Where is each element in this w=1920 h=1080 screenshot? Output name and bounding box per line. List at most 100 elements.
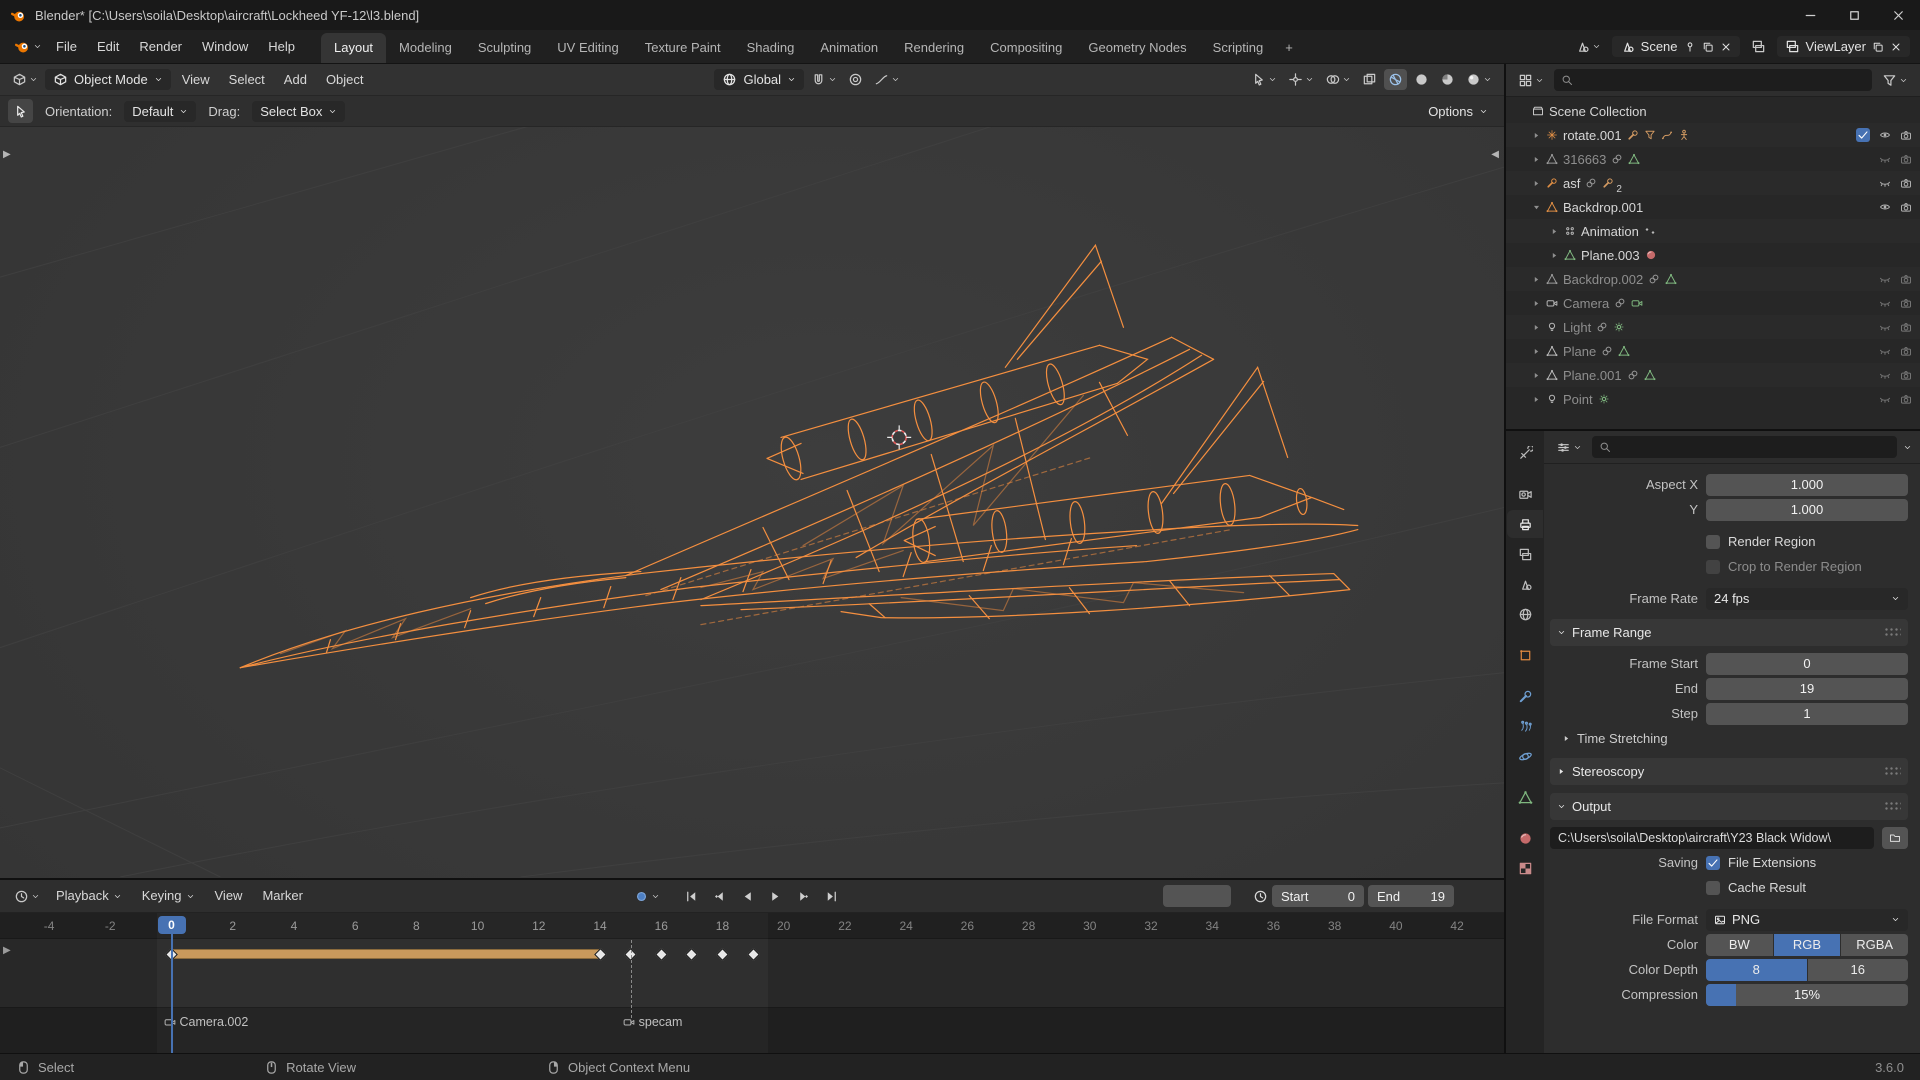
aspect-x-field[interactable]: 1.000 xyxy=(1706,473,1908,496)
frame-start-field[interactable]: 0 xyxy=(1706,652,1908,675)
timeline-editor-type-button[interactable] xyxy=(10,886,44,907)
outliner-item-316663[interactable]: 316663 xyxy=(1506,147,1920,171)
mode-dropdown[interactable]: Object Mode xyxy=(45,69,171,90)
timeline-menu-keying[interactable]: Keying xyxy=(134,881,203,911)
properties-tab-view-layer[interactable] xyxy=(1507,540,1543,568)
file-format-dropdown[interactable]: PNG xyxy=(1706,908,1908,931)
properties-tab-modifiers[interactable] xyxy=(1507,682,1543,710)
timeline-menu-view[interactable]: View xyxy=(207,881,251,911)
camera-restrict-icon[interactable] xyxy=(1900,345,1912,357)
playhead[interactable] xyxy=(170,934,173,1053)
workspace-tab-geometry-nodes[interactable]: Geometry Nodes xyxy=(1075,33,1199,63)
editor-type-button[interactable] xyxy=(8,69,42,90)
jump-to-start-button[interactable] xyxy=(680,884,704,908)
timeline-menu-marker[interactable]: Marker xyxy=(254,881,310,911)
menu-render[interactable]: Render xyxy=(129,31,192,63)
keyframe-range-bar[interactable] xyxy=(171,949,601,959)
playhead-frame-badge[interactable]: 0 xyxy=(157,916,186,934)
orientation-setting-dropdown[interactable]: Default xyxy=(124,100,197,122)
auto-keying-button[interactable] xyxy=(630,886,664,907)
keyframe-diamond[interactable] xyxy=(654,948,668,961)
workspace-tab-compositing[interactable]: Compositing xyxy=(977,33,1075,63)
scene-browse-button[interactable] xyxy=(1571,36,1605,57)
subpanel-header-time-stretching[interactable]: Time Stretching xyxy=(1562,726,1908,750)
outliner-item-plane-001[interactable]: Plane.001 xyxy=(1506,363,1920,387)
camera-restrict-icon[interactable] xyxy=(1900,153,1912,165)
crop-to-render-region-checkbox[interactable] xyxy=(1706,559,1720,574)
properties-editor-type-button[interactable] xyxy=(1552,437,1586,458)
object-type-visibility-button[interactable] xyxy=(1247,69,1281,90)
outliner-item-camera[interactable]: Camera xyxy=(1506,291,1920,315)
workspace-tab-modeling[interactable]: Modeling xyxy=(386,33,465,63)
eye-closed-icon[interactable] xyxy=(1879,321,1891,333)
panel-header-stereoscopy[interactable]: Stereoscopy xyxy=(1550,758,1908,785)
marker-specam[interactable]: specam xyxy=(623,1015,682,1029)
properties-search-input[interactable] xyxy=(1592,436,1897,458)
toolbar-expand-arrow[interactable]: ▶ xyxy=(3,149,11,160)
viewport-menu-select[interactable]: Select xyxy=(221,65,273,95)
workspace-tab-rendering[interactable]: Rendering xyxy=(891,33,977,63)
render-region-checkbox[interactable] xyxy=(1706,534,1720,549)
sidebar-expand-arrow[interactable]: ◀ xyxy=(1491,149,1499,160)
outliner-item-asf[interactable]: asf 2 xyxy=(1506,171,1920,195)
menu-help[interactable]: Help xyxy=(258,31,305,63)
camera-restrict-icon[interactable] xyxy=(1900,369,1912,381)
workspace-tab-sculpting[interactable]: Sculpting xyxy=(465,33,544,63)
active-tool-button[interactable] xyxy=(8,99,33,123)
properties-tab-object[interactable] xyxy=(1507,641,1543,669)
camera-restrict-icon[interactable] xyxy=(1900,177,1912,189)
menu-edit[interactable]: Edit xyxy=(87,31,129,63)
camera-restrict-icon[interactable] xyxy=(1900,273,1912,285)
eye-closed-icon[interactable] xyxy=(1879,345,1891,357)
snap-toggle-button[interactable] xyxy=(807,69,841,90)
camera-restrict-icon[interactable] xyxy=(1900,393,1912,405)
proportional-falloff-button[interactable] xyxy=(870,69,904,90)
viewport-menu-view[interactable]: View xyxy=(174,65,218,95)
viewport-canvas[interactable]: ▶ ◀ xyxy=(0,127,1504,878)
frame-rate-dropdown[interactable]: 24 fps xyxy=(1706,587,1908,610)
color-depth-option-16[interactable]: 16 xyxy=(1807,958,1908,981)
browse-folder-button[interactable] xyxy=(1882,826,1908,849)
outliner-item-rotate-001[interactable]: rotate.001 xyxy=(1506,123,1920,147)
transform-orientation-dropdown[interactable]: Global xyxy=(714,69,805,90)
view-layer-selector[interactable]: ViewLayer xyxy=(1776,36,1910,57)
outliner-item-animation[interactable]: Animation xyxy=(1506,219,1920,243)
viewport-menu-object[interactable]: Object xyxy=(318,65,372,95)
cache-result-checkbox[interactable] xyxy=(1706,880,1720,895)
timeline-menu-playback[interactable]: Playback xyxy=(48,881,130,911)
previous-keyframe-button[interactable] xyxy=(708,884,732,908)
next-keyframe-button[interactable] xyxy=(792,884,816,908)
keyframe-diamond[interactable] xyxy=(685,948,699,961)
color-option-rgb[interactable]: RGB xyxy=(1773,933,1841,956)
outliner-display-mode-button[interactable] xyxy=(1514,70,1548,91)
workspace-tab-texture-paint[interactable]: Texture Paint xyxy=(632,33,734,63)
maximize-button[interactable] xyxy=(1832,0,1876,30)
collection-checkbox[interactable] xyxy=(1856,128,1870,142)
drag-setting-dropdown[interactable]: Select Box xyxy=(252,100,346,122)
scene-selector[interactable]: Scene xyxy=(1611,36,1740,57)
minimize-button[interactable] xyxy=(1788,0,1832,30)
outliner-item-light[interactable]: Light xyxy=(1506,315,1920,339)
overlays-button[interactable] xyxy=(1321,69,1355,90)
panel-header-frame-range[interactable]: Frame Range xyxy=(1550,619,1908,646)
workspace-tab-shading[interactable]: Shading xyxy=(734,33,808,63)
properties-tab-tool[interactable] xyxy=(1507,439,1543,467)
workspace-tab-uv-editing[interactable]: UV Editing xyxy=(544,33,631,63)
outliner-item-plane-003[interactable]: Plane.003 xyxy=(1506,243,1920,267)
menu-file[interactable]: File xyxy=(46,31,87,63)
camera-restrict-icon[interactable] xyxy=(1900,297,1912,309)
shading-wireframe-button[interactable] xyxy=(1384,69,1407,90)
y-field[interactable]: 1.000 xyxy=(1706,498,1908,521)
properties-tab-particles[interactable] xyxy=(1507,712,1543,740)
eye-closed-icon[interactable] xyxy=(1879,297,1891,309)
blender-menu-button[interactable] xyxy=(10,35,46,58)
frame-start-field[interactable]: Start 0 xyxy=(1272,885,1364,907)
current-frame-field[interactable] xyxy=(1163,885,1231,907)
workspace-tab-scripting[interactable]: Scripting xyxy=(1200,33,1277,63)
properties-tab-material[interactable] xyxy=(1507,824,1543,852)
viewport-menu-add[interactable]: Add xyxy=(276,65,315,95)
panel-header-output[interactable]: Output xyxy=(1550,793,1908,820)
gizmos-button[interactable] xyxy=(1284,69,1318,90)
menu-window[interactable]: Window xyxy=(192,31,258,63)
eye-open-icon[interactable] xyxy=(1879,201,1891,213)
